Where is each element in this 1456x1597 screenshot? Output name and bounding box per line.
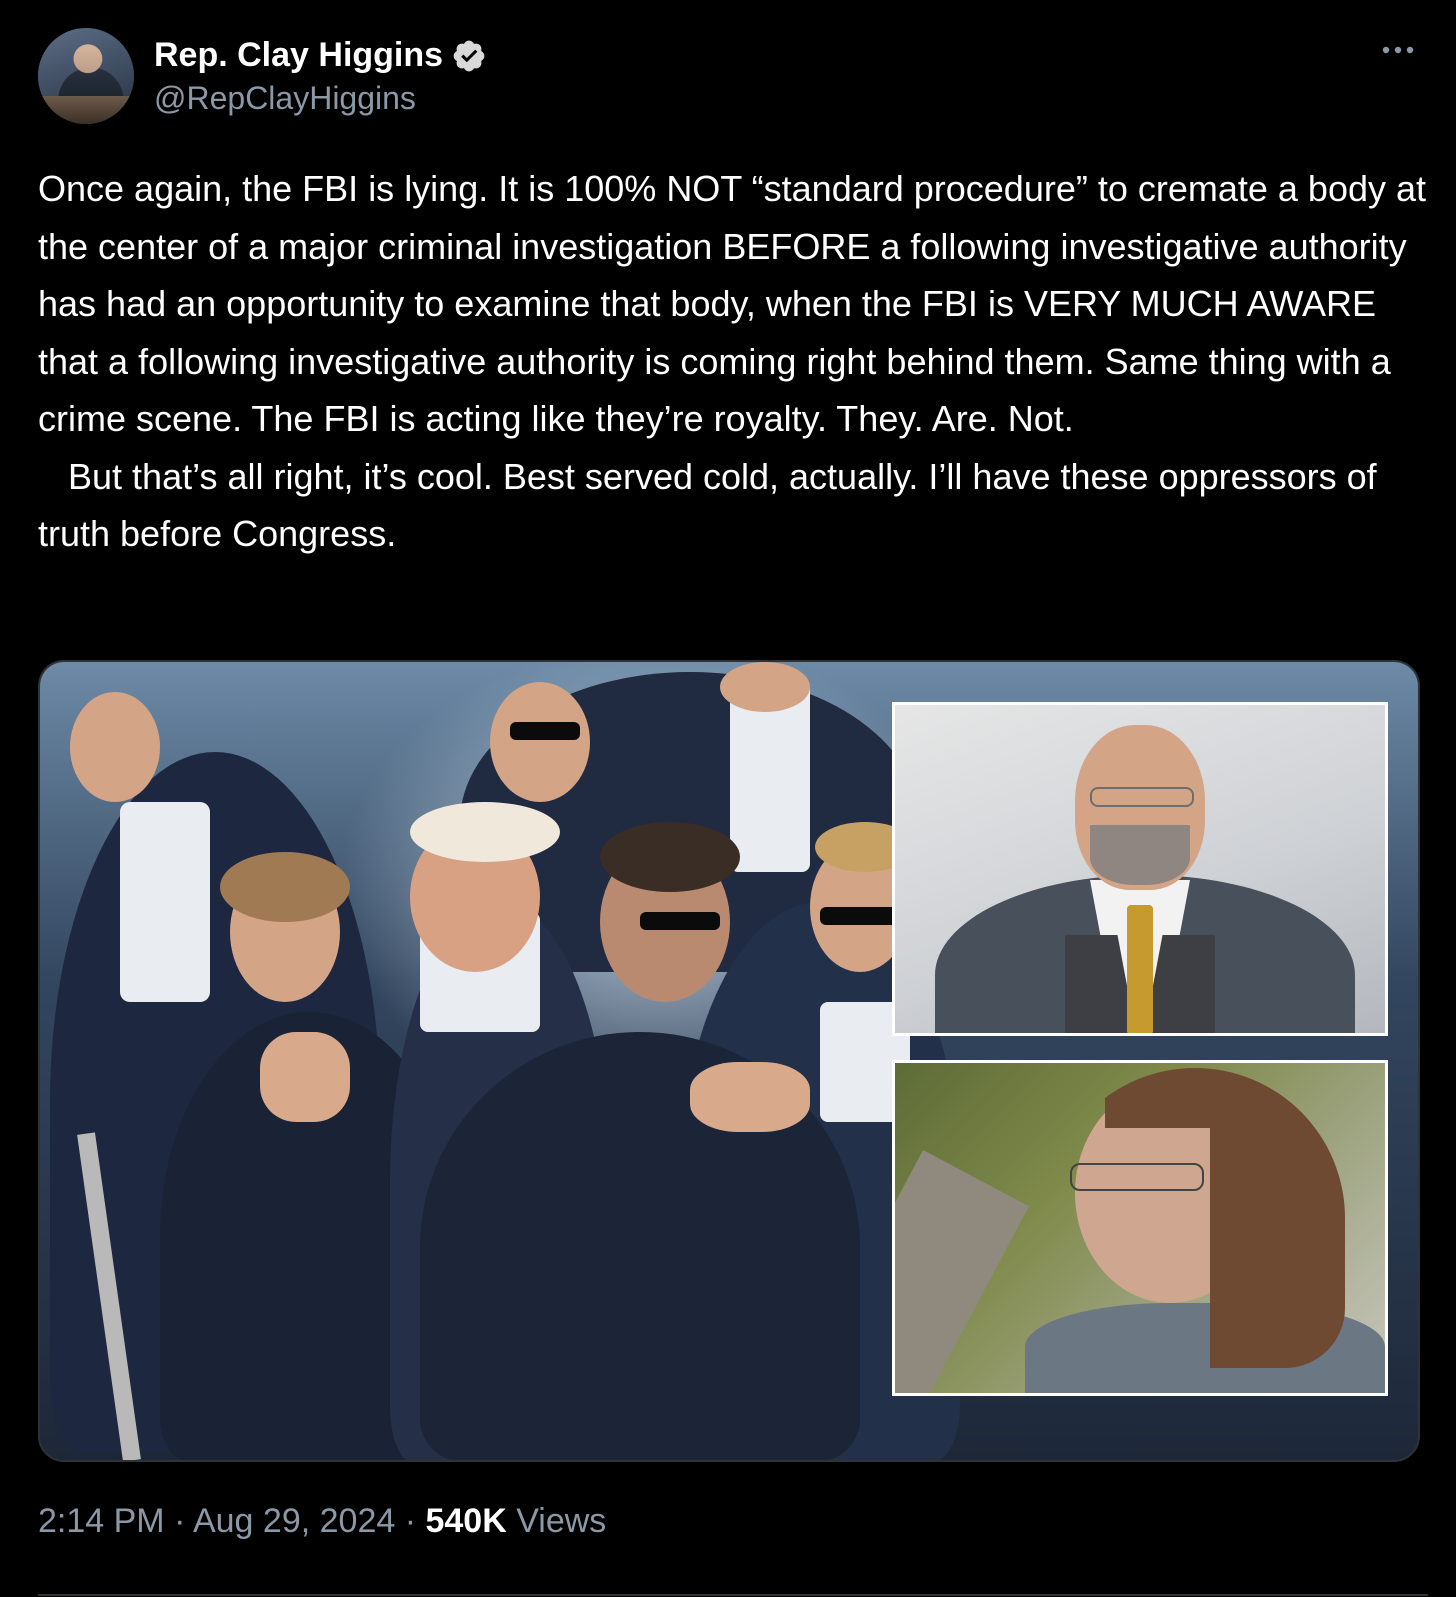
- shirt: [120, 802, 210, 1002]
- tie: [1127, 905, 1153, 1033]
- tweet-header: Rep. Clay Higgins @RepClayHiggins: [38, 28, 1418, 128]
- inset-photo-bottom[interactable]: [892, 1060, 1388, 1396]
- hand: [260, 1032, 350, 1122]
- divider: [38, 1594, 1428, 1596]
- tweet-paragraph: But that’s all right, it’s cool. Best se…: [38, 455, 1387, 555]
- head: [720, 662, 810, 712]
- avatar[interactable]: [38, 28, 134, 124]
- tweet-date[interactable]: Aug 29, 2024: [193, 1502, 395, 1540]
- author-name-row[interactable]: Rep. Clay Higgins: [154, 36, 487, 75]
- sunglasses: [640, 912, 720, 930]
- views-count[interactable]: 540K: [425, 1502, 506, 1540]
- ellipsis-icon[interactable]: [1378, 38, 1418, 62]
- inset-photo-top[interactable]: [892, 702, 1388, 1036]
- tweet-text: Once again, the FBI is lying. It is 100%…: [38, 160, 1428, 563]
- author-name[interactable]: Rep. Clay Higgins: [154, 36, 443, 75]
- views-label: Views: [506, 1502, 607, 1540]
- hair: [410, 802, 560, 862]
- tweet-paragraph: Once again, the FBI is lying. It is 100%…: [38, 168, 1437, 439]
- hand: [690, 1062, 810, 1132]
- tweet-time[interactable]: 2:14 PM: [38, 1502, 165, 1540]
- glasses: [1090, 787, 1194, 807]
- hair: [220, 852, 350, 922]
- tweet-meta: 2:14 PM · Aug 29, 2024 · 540K Views: [38, 1502, 606, 1541]
- beard: [1090, 825, 1190, 885]
- tree-trunk: [895, 1150, 1030, 1393]
- avatar-desk: [38, 96, 134, 124]
- hair: [600, 822, 740, 892]
- tweet-media[interactable]: [38, 660, 1420, 1462]
- head: [490, 682, 590, 802]
- author-handle[interactable]: @RepClayHiggins: [154, 80, 416, 117]
- meta-separator: ·: [164, 1502, 193, 1540]
- meta-separator: ·: [395, 1502, 426, 1540]
- verified-badge-icon: [453, 40, 485, 71]
- glasses: [1070, 1163, 1204, 1191]
- sunglasses: [510, 722, 580, 740]
- sunglasses: [820, 907, 900, 925]
- head: [70, 692, 160, 802]
